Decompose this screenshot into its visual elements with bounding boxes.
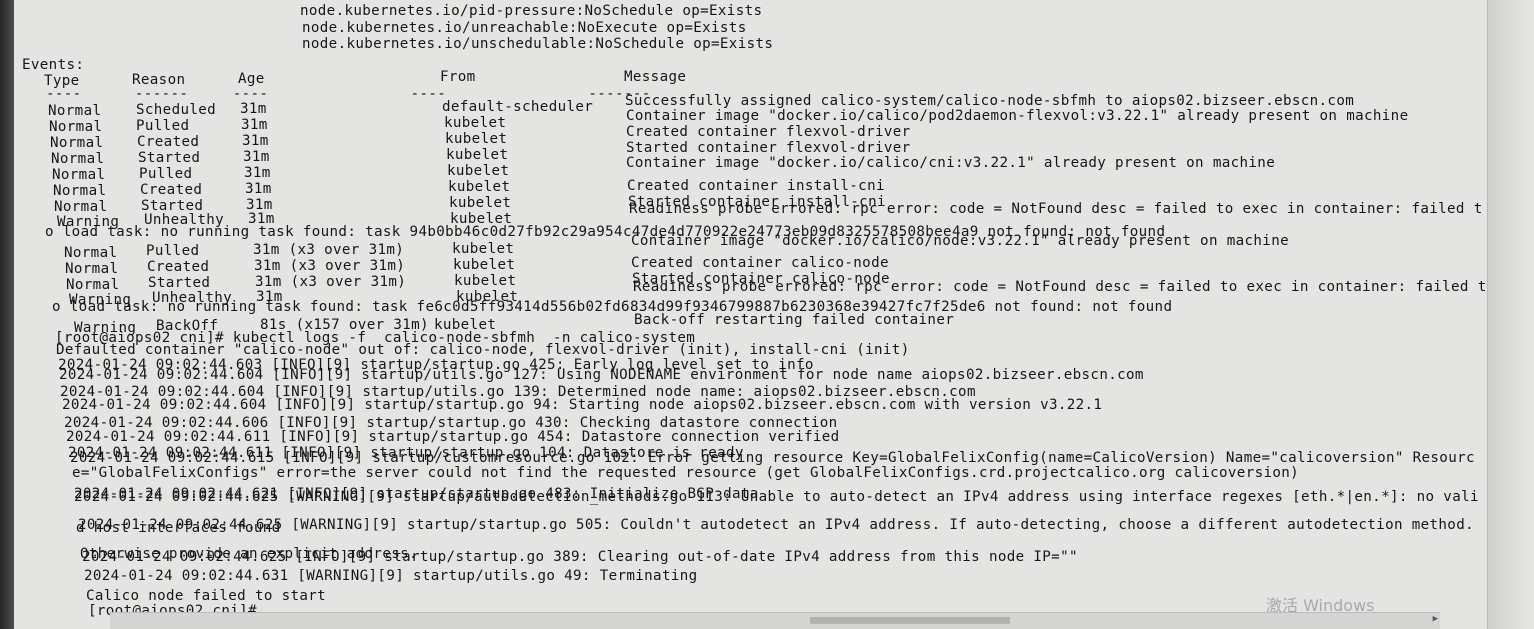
- event-type: Normal: [65, 261, 119, 277]
- event-type: Normal: [66, 277, 120, 293]
- event-from: kubelet: [452, 241, 515, 257]
- event-type: Normal: [51, 151, 105, 167]
- log-line: 2024-01-24 09:02:44.631 [WARNING][9] sta…: [84, 568, 698, 584]
- event-age: 31m: [241, 117, 268, 133]
- event-from: kubelet: [454, 273, 517, 289]
- event-age: 31m (x3 over 31m): [253, 242, 405, 258]
- event-type: Normal: [52, 167, 106, 183]
- log-line: 2024-01-24 09:02:44.625 [INFO][9] startu…: [82, 549, 1078, 565]
- event-age: 31m (x3 over 31m): [255, 274, 407, 290]
- event-type: Normal: [48, 103, 102, 119]
- log-line: 2024-01-24 09:02:44.611 [INFO][9] startu…: [66, 429, 840, 445]
- horizontal-scroll-thumb[interactable]: [810, 617, 1010, 624]
- event-age: 31m: [245, 181, 272, 197]
- event-message: Created container flexvol-driver: [626, 124, 911, 140]
- toleration-line: node.kubernetes.io/pid-pressure:NoSchedu…: [300, 3, 763, 19]
- monitor-bezel-right: [1488, 0, 1534, 629]
- event-age: 31m: [242, 133, 269, 149]
- event-message: Started container flexvol-driver: [626, 140, 911, 156]
- event-message: Readiness probe errored: rpc error: code…: [629, 201, 1483, 217]
- event-reason: Pulled: [139, 166, 193, 182]
- event-type: Normal: [53, 183, 107, 199]
- scroll-right-icon[interactable]: ▶: [1433, 614, 1438, 624]
- log-line: Calico node failed to start: [86, 588, 327, 604]
- event-from: kubelet: [449, 195, 512, 211]
- event-message: Container image "docker.io/calico/node:v…: [631, 233, 1289, 249]
- event-type: Normal: [64, 245, 118, 261]
- event-message: Container image "docker.io/calico/cni:v3…: [626, 155, 1276, 171]
- event-from: kubelet: [446, 147, 509, 163]
- horizontal-scrollbar[interactable]: ▶: [110, 612, 1440, 629]
- event-reason: Started: [148, 275, 211, 291]
- events-header-age: Age: [238, 71, 265, 87]
- event-message: Readiness probe errored: rpc error: code…: [633, 279, 1487, 295]
- toleration-line: node.kubernetes.io/unschedulable:NoSched…: [302, 36, 774, 52]
- event-message: Back-off restarting failed container: [634, 312, 955, 328]
- event-age: 31m: [244, 165, 271, 181]
- event-age: 31m (x3 over 31m): [254, 258, 406, 274]
- defaulted-container-line: Defaulted container "calico-node" out of…: [56, 342, 910, 358]
- event-wrap-line: o load task: no running task found: task…: [52, 299, 1173, 315]
- log-line: 2024-01-24 09:02:44.625 [WARNING][9] sta…: [78, 517, 1474, 533]
- event-age: 31m: [243, 149, 270, 165]
- event-type: Normal: [54, 199, 108, 215]
- event-from: default-scheduler: [442, 99, 594, 115]
- event-reason: Scheduled: [136, 102, 217, 118]
- event-reason: Created: [140, 182, 203, 198]
- log-line: e="GlobalFelixConfigs" error=the server …: [72, 465, 1300, 481]
- events-header-from: From: [440, 69, 476, 85]
- event-reason: Started: [138, 150, 201, 166]
- event-reason: Created: [147, 259, 210, 275]
- event-from: kubelet: [447, 163, 510, 179]
- log-line: 2024-01-24 09:02:44.604 [INFO][9] startu…: [59, 367, 1144, 383]
- event-message: Created container calico-node: [631, 255, 889, 271]
- event-type: Normal: [49, 119, 103, 135]
- event-from: kubelet: [444, 115, 507, 131]
- event-message: Container image "docker.io/calico/pod2da…: [626, 108, 1409, 124]
- event-age: 31m: [240, 101, 267, 117]
- event-from: kubelet: [453, 257, 516, 273]
- events-label: Events:: [22, 57, 85, 73]
- log-line: 2024-01-24 09:02:44.615 [INFO][9] startu…: [70, 450, 1475, 466]
- event-reason: Created: [137, 134, 200, 150]
- log-line: 2024-01-24 09:02:44.604 [INFO][9] startu…: [62, 397, 1103, 413]
- event-reason: Pulled: [136, 118, 190, 134]
- event-reason: Pulled: [146, 243, 200, 259]
- event-type: Normal: [50, 135, 104, 151]
- event-message: Successfully assigned calico-system/cali…: [625, 93, 1355, 109]
- events-header-message: Message: [624, 69, 687, 85]
- event-from: kubelet: [448, 179, 511, 195]
- event-from: kubelet: [445, 131, 508, 147]
- toleration-line: node.kubernetes.io/unreachable:NoExecute…: [302, 20, 747, 36]
- terminal-window[interactable]: node.kubernetes.io/pid-pressure:NoSchedu…: [14, 0, 1488, 629]
- log-line: 2024-01-24 09:02:44.625 [WARNING][9] sta…: [74, 489, 1479, 505]
- monitor-bezel-left: [0, 0, 14, 629]
- event-message: Created container install-cni: [627, 178, 885, 194]
